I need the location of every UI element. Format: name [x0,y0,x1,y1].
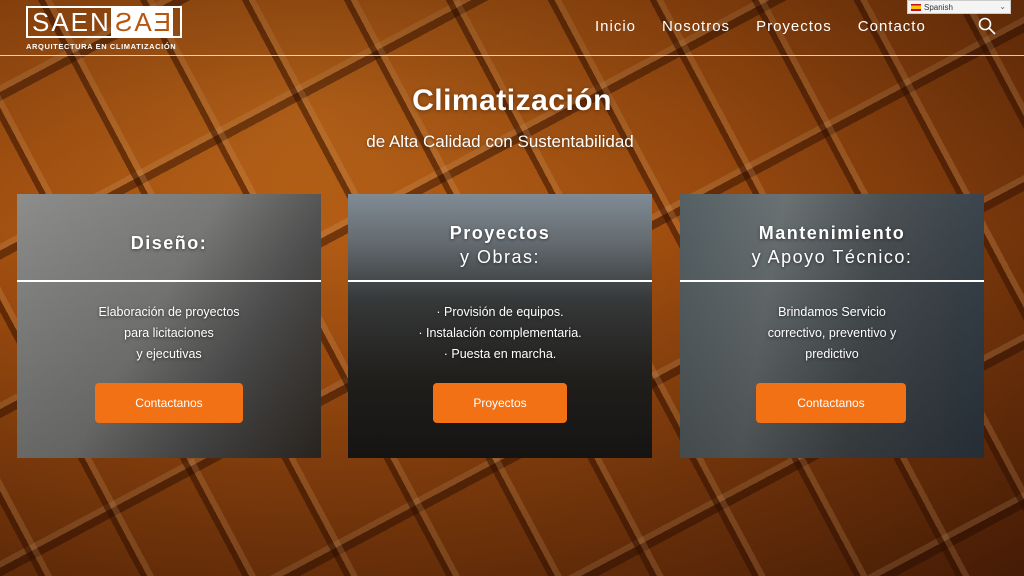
spain-flag-icon [911,3,921,11]
site-header: SAENEAS ARQUITECTURA EN CLIMATIZACIÓN In… [0,0,1024,56]
contactanos-button[interactable]: Contactanos [756,383,906,423]
card-description: · Provisión de equipos. · Instalación co… [418,305,582,361]
card-divider [348,280,652,282]
hero-subtitle: de Alta Calidad con Sustentabilidad [366,132,634,151]
nav-inicio[interactable]: Inicio [595,18,636,35]
logo[interactable]: SAENEAS ARQUITECTURA EN CLIMATIZACIÓN [26,6,186,52]
proyectos-button[interactable]: Proyectos [433,383,567,423]
main-nav: Inicio Nosotros Proyectos Contacto [595,18,952,35]
card-title: Mantenimiento y Apoyo Técnico: [751,223,913,267]
nav-nosotros[interactable]: Nosotros [662,18,730,35]
language-label: Spanish [924,2,953,12]
hero-title: Climatización [412,84,612,117]
service-card-diseno: Diseño: Elaboración de proyectos para li… [17,194,321,458]
card-title: Proyectos y Obras: [449,223,551,267]
logo-tagline: ARQUITECTURA EN CLIMATIZACIÓN [26,42,177,51]
card-title: Diseño: [130,233,208,253]
nav-proyectos[interactable]: Proyectos [756,18,832,35]
card-description: Elaboración de proyectos para licitacion… [98,305,240,361]
nav-contacto[interactable]: Contacto [858,18,926,35]
card-description: Brindamos Servicio correctivo, preventiv… [767,305,897,361]
language-selector[interactable]: Spanish ⌄ [907,0,1011,14]
search-icon[interactable] [978,17,996,35]
card-divider [680,280,984,282]
contactanos-button[interactable]: Contactanos [95,383,243,423]
service-card-proyectos: Proyectos y Obras: · Provisión de equipo… [348,194,652,458]
card-divider [17,280,321,282]
chevron-down-icon: ⌄ [999,2,1006,11]
service-card-mantenimiento: Mantenimiento y Apoyo Técnico: Brindamos… [680,194,984,458]
logo-wordmark: SAENEAS [26,6,182,38]
